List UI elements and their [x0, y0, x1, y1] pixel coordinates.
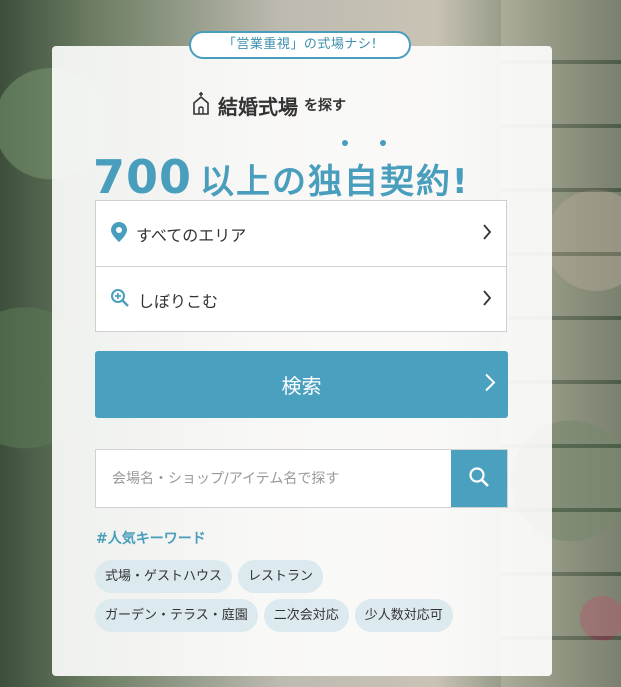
- keyword-search: [95, 449, 508, 508]
- popular-keywords: 式場・ゲストハウス レストラン ガーデン・テラス・庭園 二次会対応 少人数対応可: [95, 560, 515, 638]
- page-title: 結婚式場 を探す: [190, 90, 346, 120]
- search-icon: [468, 466, 490, 492]
- keyword-tag[interactable]: 式場・ゲストハウス: [95, 560, 233, 593]
- chevron-right-icon: [484, 372, 496, 397]
- keyword-tag[interactable]: 少人数対応可: [354, 599, 453, 632]
- keyword-tag[interactable]: レストラン: [238, 560, 324, 593]
- chevron-right-icon: [482, 289, 492, 310]
- keyword-tag[interactable]: ガーデン・テラス・庭園: [95, 599, 258, 632]
- area-selector[interactable]: すべてのエリア: [96, 201, 506, 266]
- zoom-in-icon: [110, 288, 130, 312]
- keyword-tag[interactable]: 二次会対応: [263, 599, 349, 632]
- search-button-label: 検索: [281, 374, 322, 398]
- promo-badge: 「営業重視」の式場ナシ!: [189, 31, 411, 59]
- location-pin-icon: [110, 221, 128, 247]
- emphasis-dot: [342, 140, 348, 146]
- title-suffix: を探す: [304, 98, 346, 114]
- headline-number: 700: [93, 150, 193, 204]
- search-selector: すべてのエリア しぼりこむ: [95, 200, 507, 332]
- area-label: すべてのエリア: [136, 225, 247, 245]
- popular-keywords-title: #人気キーワード: [96, 531, 206, 547]
- filter-selector[interactable]: しぼりこむ: [96, 266, 506, 332]
- chevron-right-icon: [482, 223, 492, 244]
- church-icon: [190, 91, 212, 119]
- headline-text: 以上の独自契約!: [200, 162, 470, 202]
- title-main: 結婚式場: [218, 94, 298, 119]
- keyword-search-button[interactable]: [451, 450, 507, 507]
- keyword-search-input[interactable]: [96, 450, 451, 507]
- emphasis-dot: [380, 140, 386, 146]
- search-button[interactable]: 検索: [95, 351, 508, 418]
- filter-label: しぼりこむ: [138, 291, 219, 311]
